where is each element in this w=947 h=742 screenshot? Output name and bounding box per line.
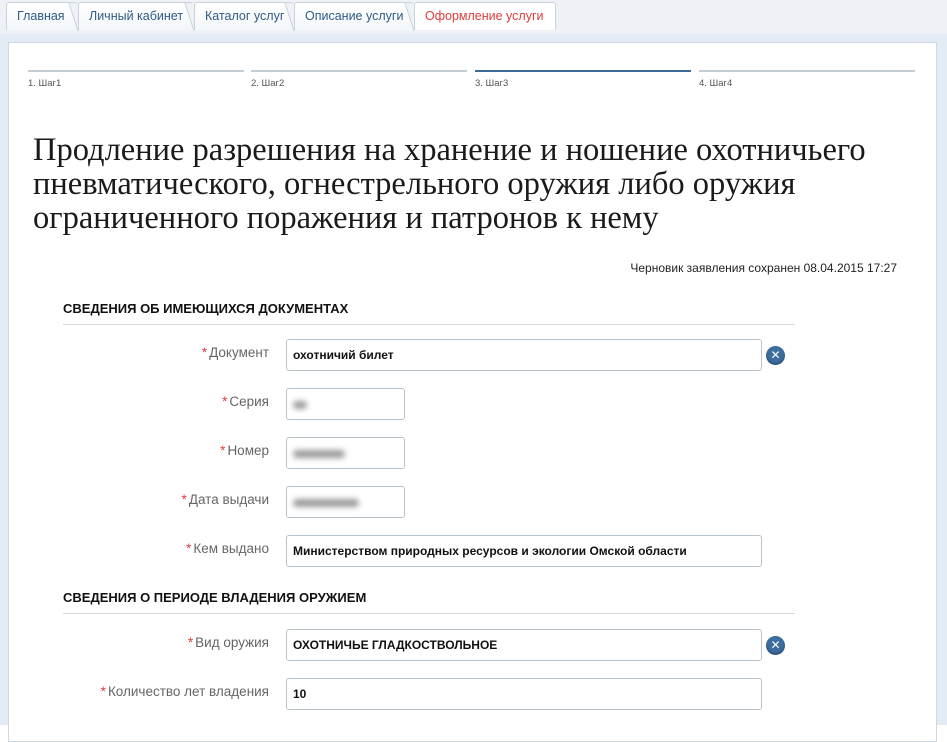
years-owned-field[interactable]: 10 bbox=[286, 678, 762, 710]
close-icon[interactable]: ✕ bbox=[766, 636, 785, 655]
label-text: Серия bbox=[229, 394, 269, 409]
label-text: Дата выдачи bbox=[188, 492, 269, 507]
step-1: 1. Шаг1 bbox=[28, 70, 244, 92]
close-icon[interactable]: ✕ bbox=[766, 346, 785, 365]
draft-saved-status: Черновик заявления сохранен 08.04.2015 1… bbox=[630, 261, 897, 275]
breadcrumb-home[interactable]: Главная bbox=[6, 2, 88, 31]
required-mark: * bbox=[186, 541, 192, 556]
number-field[interactable] bbox=[286, 437, 405, 469]
required-mark: * bbox=[220, 443, 226, 458]
step-label: 2. Шаг2 bbox=[251, 78, 285, 89]
redacted-blur bbox=[293, 499, 359, 507]
years-owned-label: * Количество лет владения bbox=[59, 684, 269, 699]
page-title: Продление разрешения на хранение и ношен… bbox=[33, 132, 866, 236]
breadcrumb: Главная Личный кабинет Каталог услуг Опи… bbox=[0, 0, 947, 34]
breadcrumb-label: Описание услуги bbox=[305, 9, 404, 23]
issue-date-label: * Дата выдачи bbox=[59, 492, 269, 507]
breadcrumb-catalog[interactable]: Каталог услуг bbox=[194, 2, 304, 31]
breadcrumb-description[interactable]: Описание услуги bbox=[294, 2, 424, 31]
content-frame: 1. Шаг1 2. Шаг2 3. Шаг3 4. Шаг4 Продлени… bbox=[0, 34, 947, 742]
field-value: ОХОТНИЧЬЕ ГЛАДКОСТВОЛЬНОЕ bbox=[293, 638, 498, 652]
breadcrumb-label: Главная bbox=[17, 9, 65, 23]
required-mark: * bbox=[181, 492, 187, 507]
redacted-blur bbox=[293, 401, 307, 409]
breadcrumb-label: Каталог услуг bbox=[205, 9, 285, 23]
breadcrumb-cabinet[interactable]: Личный кабинет bbox=[78, 2, 204, 31]
redacted-blur bbox=[293, 450, 345, 458]
breadcrumb-label: Личный кабинет bbox=[89, 9, 184, 23]
step-4: 4. Шаг4 bbox=[699, 70, 915, 92]
document-field[interactable]: охотничий билет bbox=[286, 339, 762, 371]
required-mark: * bbox=[187, 635, 194, 650]
series-label: * Серия bbox=[59, 394, 269, 409]
issued-by-label: * Кем выдано bbox=[59, 541, 269, 556]
step-3: 3. Шаг3 bbox=[475, 70, 691, 92]
required-mark: * bbox=[100, 684, 106, 699]
section-heading-documents: СВЕДЕНИЯ ОБ ИМЕЮЩИХСЯ ДОКУМЕНТАХ bbox=[63, 299, 795, 325]
breadcrumb-current: Оформление услуги bbox=[414, 2, 556, 30]
step-label: 4. Шаг4 bbox=[699, 78, 733, 89]
label-text: Количество лет владения bbox=[107, 684, 269, 699]
label-text: Документ bbox=[209, 345, 269, 360]
breadcrumb-label: Оформление услуги bbox=[425, 9, 544, 23]
section-heading-ownership: СВЕДЕНИЯ О ПЕРИОДЕ ВЛАДЕНИЯ ОРУЖИЕМ bbox=[63, 588, 795, 614]
form-panel: 1. Шаг1 2. Шаг2 3. Шаг3 4. Шаг4 Продлени… bbox=[8, 42, 937, 742]
step-label: 1. Шаг1 bbox=[28, 78, 62, 89]
step-label: 3. Шаг3 bbox=[475, 78, 509, 89]
issued-by-field[interactable]: Министерством природных ресурсов и эколо… bbox=[286, 535, 762, 567]
step-2: 2. Шаг2 bbox=[251, 70, 467, 92]
field-value: 10 bbox=[293, 687, 307, 701]
label-text: Кем выдано bbox=[193, 541, 269, 556]
weapon-type-label: * Вид оружия bbox=[59, 635, 269, 650]
series-field[interactable] bbox=[286, 388, 405, 420]
number-label: * Номер bbox=[59, 443, 269, 458]
weapon-type-field[interactable]: ОХОТНИЧЬЕ ГЛАДКОСТВОЛЬНОЕ bbox=[286, 629, 762, 661]
label-text: Вид оружия bbox=[195, 635, 269, 650]
field-value: охотничий билет bbox=[293, 348, 394, 362]
required-mark: * bbox=[201, 345, 208, 360]
document-label: * Документ bbox=[59, 345, 269, 360]
required-mark: * bbox=[222, 394, 228, 409]
issue-date-field[interactable] bbox=[286, 486, 405, 518]
field-value: Министерством природных ресурсов и эколо… bbox=[293, 544, 687, 558]
label-text: Номер bbox=[227, 443, 269, 458]
